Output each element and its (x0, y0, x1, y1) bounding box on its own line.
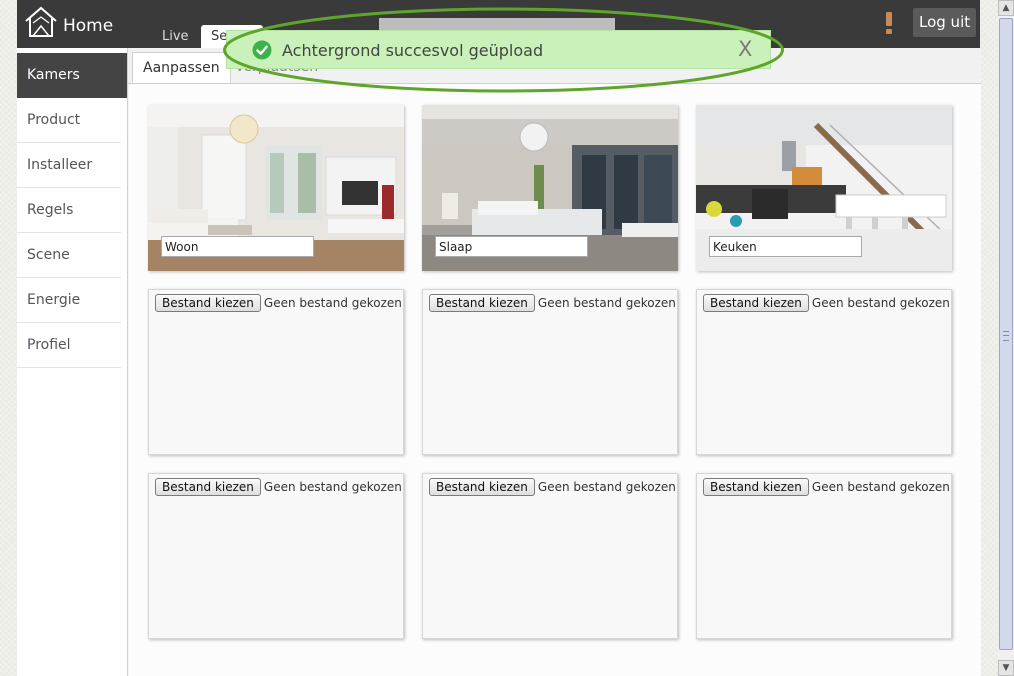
sidebar-item-kamers[interactable]: Kamers (17, 53, 127, 98)
upload-card: Bestand kiezen Geen bestand gekozen (422, 473, 678, 639)
scrollbar-thumb[interactable] (999, 18, 1013, 650)
room-name-input[interactable] (709, 236, 862, 257)
sidebar-item-profiel[interactable]: Profiel (17, 323, 121, 368)
room-name-input[interactable] (161, 236, 314, 257)
upload-card: Bestand kiezen Geen bestand gekozen (148, 289, 404, 455)
scroll-up-icon[interactable]: ▲ (998, 0, 1014, 16)
upload-card: Bestand kiezen Geen bestand gekozen (696, 473, 952, 639)
tab-live[interactable]: Live (152, 25, 199, 48)
brand-title[interactable]: Home (63, 16, 113, 36)
file-status: Geen bestand gekozen (811, 480, 950, 494)
sidebar-item-energie[interactable]: Energie (17, 278, 121, 323)
tab-aanpassen[interactable]: Aanpassen (132, 52, 231, 83)
room-name-input[interactable] (435, 236, 588, 257)
sidebar: Kamers Product Installeer Regels Scene E… (17, 53, 127, 368)
room-card-slaap (422, 105, 678, 271)
room-grid: Bestand kiezenGeen bestand gekozen Besta… (129, 84, 981, 676)
sidebar-item-installeer[interactable]: Installeer (17, 143, 121, 188)
file-status: Geen bestand gekozen (537, 296, 676, 310)
upload-card: Bestand kiezen Geen bestand gekozen (148, 473, 404, 639)
highlight-ring (223, 7, 784, 93)
scroll-down-icon[interactable]: ▼ (998, 660, 1014, 676)
app-window: Home Live Setu Log uit Kamers Product In… (17, 0, 981, 676)
home-logo-icon[interactable] (24, 5, 58, 39)
sidebar-item-scene[interactable]: Scene (17, 233, 121, 278)
file-status: Geen bestand gekozen (263, 480, 402, 494)
file-status: Geen bestand gekozen (811, 296, 950, 310)
choose-file-button[interactable]: Bestand kiezen (155, 478, 261, 496)
choose-file-button[interactable]: Bestand kiezen (703, 478, 809, 496)
upload-card: Bestand kiezen Geen bestand gekozen (696, 289, 952, 455)
file-status: Geen bestand gekozen (263, 296, 402, 310)
scrollbar[interactable]: ▲ ▼ (998, 0, 1014, 676)
sidebar-item-product[interactable]: Product (17, 98, 121, 143)
room-card-woon (148, 105, 404, 271)
file-status: Geen bestand gekozen (537, 480, 676, 494)
choose-file-button[interactable]: Bestand kiezen (703, 294, 809, 312)
choose-file-button[interactable]: Bestand kiezen (429, 294, 535, 312)
choose-file-button[interactable]: Bestand kiezen (429, 478, 535, 496)
main-content: Aanpassen Verplaatsen (127, 48, 981, 676)
sidebar-item-regels[interactable]: Regels (17, 188, 121, 233)
room-card-keuken (696, 105, 952, 271)
upload-card: Bestand kiezen Geen bestand gekozen (422, 289, 678, 455)
choose-file-button[interactable]: Bestand kiezen (155, 294, 261, 312)
alert-icon[interactable] (886, 12, 892, 34)
logout-button[interactable]: Log uit (913, 8, 977, 37)
